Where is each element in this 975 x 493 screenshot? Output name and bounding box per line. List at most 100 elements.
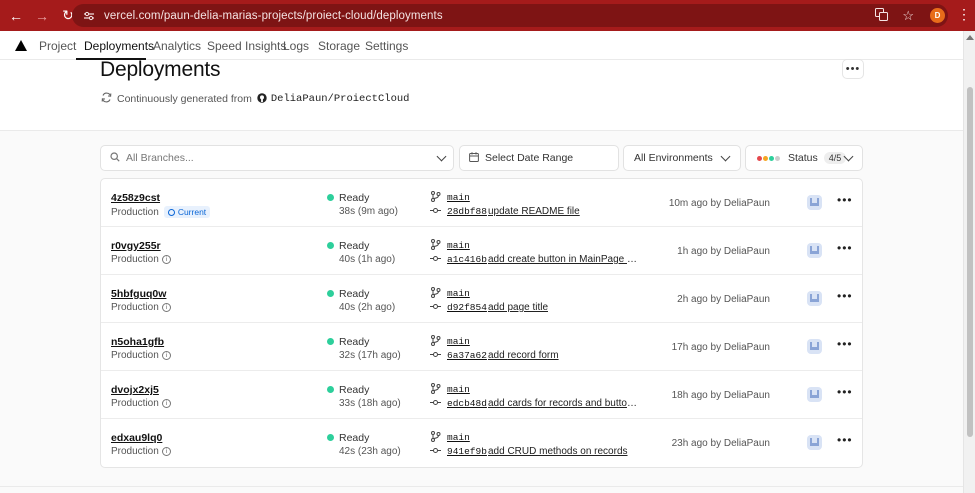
deployment-id[interactable]: n5oha1gfb <box>111 336 164 348</box>
commit-sha[interactable]: edcb48d <box>447 398 487 409</box>
git-commit-icon <box>430 445 441 459</box>
row-more-button[interactable]: ••• <box>837 337 853 351</box>
branch-link[interactable]: main <box>447 384 470 395</box>
translate-icon[interactable] <box>875 7 889 24</box>
source-info: Continuously generated from DeliaPaun/Pr… <box>101 92 409 106</box>
row-more-button[interactable]: ••• <box>837 193 853 207</box>
branch-link[interactable]: main <box>447 432 470 443</box>
environment-filter[interactable]: All Environments <box>623 145 741 171</box>
tab-storage[interactable]: Storage <box>318 39 360 53</box>
deployment-id[interactable]: r0vgy255r <box>111 240 161 252</box>
git-branch-icon <box>430 335 441 349</box>
deployed-meta: 2h ago by DeliaPaun <box>677 294 770 305</box>
info-icon[interactable]: i <box>161 399 171 408</box>
commit-message[interactable]: add CRUD methods on records <box>488 446 628 457</box>
commit-sha[interactable]: d92f854 <box>447 302 487 313</box>
branch-link[interactable]: main <box>447 288 470 299</box>
browser-menu-icon[interactable]: ⋮ <box>957 7 971 21</box>
git-commit-icon <box>430 349 441 363</box>
tab-logs[interactable]: Logs <box>283 39 309 53</box>
ready-status-icon <box>327 242 334 249</box>
row-more-button[interactable]: ••• <box>837 289 853 303</box>
vercel-logo-icon[interactable] <box>15 40 27 51</box>
github-icon <box>257 92 267 106</box>
environment: Production i <box>111 350 171 361</box>
scroll-up-icon[interactable] <box>966 35 974 40</box>
deployment-row[interactable]: edxau9lq0 Production i Ready 42s (23h ag… <box>101 419 862 467</box>
deployment-id[interactable]: dvojx2xj5 <box>111 384 159 396</box>
chevron-down-icon <box>436 151 447 162</box>
info-icon[interactable]: i <box>161 255 171 264</box>
environment-label: Production <box>111 350 159 361</box>
deployment-id[interactable]: 4z58z9cst <box>111 192 160 204</box>
info-icon[interactable]: i <box>161 351 171 360</box>
commit-message[interactable]: add cards for records and buttons ... <box>488 398 638 409</box>
scrollbar[interactable] <box>963 31 975 493</box>
git-commit-icon <box>430 253 441 267</box>
branch-filter[interactable]: All Branches... <box>100 145 454 171</box>
commit-message[interactable]: add page title <box>488 302 548 313</box>
page-title: Deployments <box>100 58 221 81</box>
deployment-row[interactable]: 4z58z9cst Production Current Ready 38s (… <box>101 179 862 227</box>
git-branch-icon <box>430 191 441 205</box>
deployment-row[interactable]: n5oha1gfb Production i Ready 32s (17h ag… <box>101 323 862 371</box>
current-badge-label: Current <box>177 207 207 217</box>
user-avatar[interactable] <box>807 195 822 210</box>
deployment-row[interactable]: dvojx2xj5 Production i Ready 33s (18h ag… <box>101 371 862 419</box>
row-more-button[interactable]: ••• <box>837 241 853 255</box>
deployment-row[interactable]: 5hbfguq0w Production i Ready 40s (2h ago… <box>101 275 862 323</box>
git-commit-icon <box>430 397 441 411</box>
tab-project[interactable]: Project <box>39 39 76 53</box>
commit-message[interactable]: add create button in MainPage to r... <box>488 254 638 265</box>
profile-avatar[interactable]: D <box>930 8 945 23</box>
build-duration: 33s (18h ago) <box>339 398 401 409</box>
environment: Production i <box>111 398 171 409</box>
info-icon[interactable]: i <box>161 447 171 456</box>
commit-sha[interactable]: 941ef9b <box>447 446 487 457</box>
environment-label: Production <box>111 398 159 409</box>
back-icon[interactable]: ← <box>4 4 28 28</box>
git-commit-icon <box>430 301 441 315</box>
date-range-filter[interactable]: Select Date Range <box>459 145 619 171</box>
deployment-id[interactable]: 5hbfguq0w <box>111 288 166 300</box>
tab-deployments[interactable]: Deployments <box>84 39 154 53</box>
commit-message[interactable]: add record form <box>488 350 559 361</box>
tab-settings[interactable]: Settings <box>365 39 408 53</box>
ready-status-icon <box>327 290 334 297</box>
tab-speed-insights[interactable]: Speed Insights <box>207 39 286 53</box>
site-settings-icon[interactable] <box>78 11 100 21</box>
info-icon[interactable]: i <box>161 303 171 312</box>
scroll-thumb[interactable] <box>967 87 973 437</box>
row-more-button[interactable]: ••• <box>837 385 853 399</box>
branch-link[interactable]: main <box>447 240 470 251</box>
ready-status-icon <box>327 338 334 345</box>
date-range-label: Select Date Range <box>485 152 574 164</box>
user-avatar[interactable] <box>807 291 822 306</box>
forward-icon[interactable]: → <box>30 4 54 28</box>
user-avatar[interactable] <box>807 387 822 402</box>
row-more-button[interactable]: ••• <box>837 433 853 447</box>
commit-sha[interactable]: 28dbf88 <box>447 206 487 217</box>
header-more-button[interactable]: ••• <box>842 59 864 79</box>
commit-sha[interactable]: 6a37a62 <box>447 350 487 361</box>
deployment-row[interactable]: r0vgy255r Production i Ready 40s (1h ago… <box>101 227 862 275</box>
environment-label: Production <box>111 446 159 457</box>
user-avatar[interactable] <box>807 243 822 258</box>
branch-link[interactable]: main <box>447 336 470 347</box>
tab-analytics[interactable]: Analytics <box>153 39 201 53</box>
user-avatar[interactable] <box>807 435 822 450</box>
address-bar[interactable]: vercel.com/paun-delia-marias-projects/pr… <box>72 4 948 27</box>
repo-link[interactable]: DeliaPaun/ProiectCloud <box>271 93 410 105</box>
status-text: Ready <box>339 192 370 204</box>
deployment-id[interactable]: edxau9lq0 <box>111 432 162 444</box>
browser-toolbar: ← → ↻ vercel.com/paun-delia-marias-proje… <box>0 0 975 31</box>
commit-message[interactable]: update README file <box>488 206 580 217</box>
status-filter[interactable]: Status 4/5 <box>745 145 863 171</box>
environment: Production i <box>111 302 171 313</box>
bookmark-star-icon[interactable]: ☆ <box>902 8 914 24</box>
user-avatar[interactable] <box>807 339 822 354</box>
branch-link[interactable]: main <box>447 192 470 203</box>
environment-label: Production <box>111 254 159 265</box>
project-nav: Project Deployments Analytics Speed Insi… <box>0 31 963 60</box>
commit-sha[interactable]: a1c416b <box>447 254 487 265</box>
